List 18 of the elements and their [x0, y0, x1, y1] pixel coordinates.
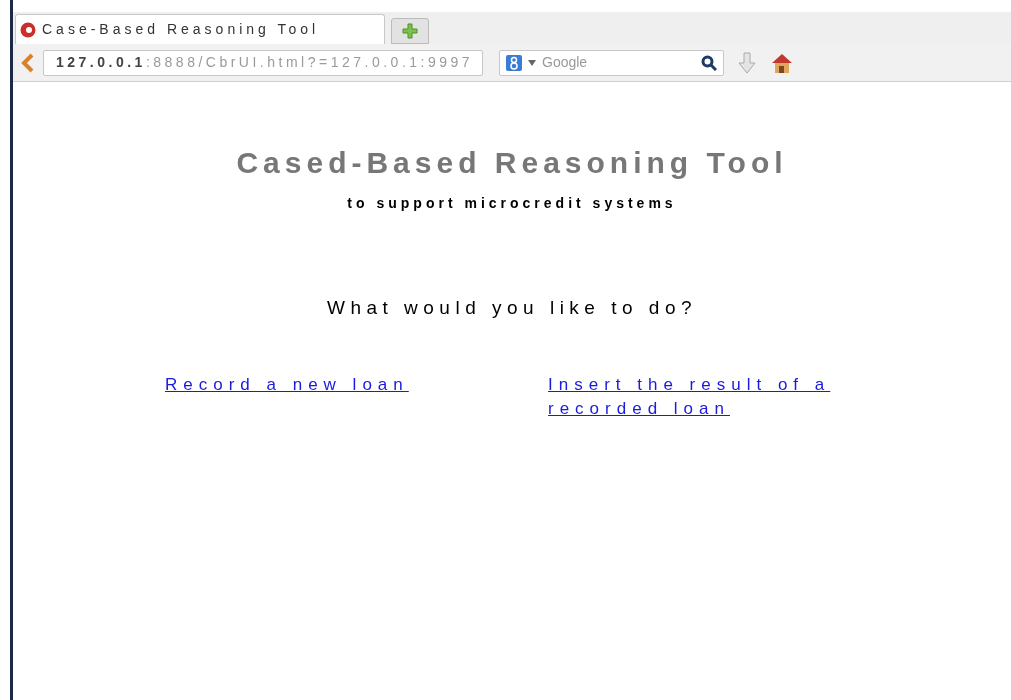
search-icon[interactable]: [701, 54, 717, 71]
home-icon[interactable]: [770, 51, 794, 74]
search-bar[interactable]: Google: [499, 49, 724, 76]
action-link[interactable]: Record a new loan: [165, 372, 465, 421]
browser-tab[interactable]: Case-Based Reasoning Tool: [15, 14, 385, 44]
favicon-icon: [20, 21, 36, 38]
dropdown-icon[interactable]: [528, 59, 536, 66]
back-icon[interactable]: [21, 52, 35, 73]
address-bar[interactable]: 127.0.0.1:8888/CbrUI.html?=127.0.0.1:9997: [43, 49, 483, 76]
page-title: Cased-Based Reasoning Tool: [236, 145, 788, 181]
page-subtitle: to support microcredit systems: [347, 194, 677, 213]
question-text: What would you like to do?: [326, 296, 698, 320]
new-tab-button[interactable]: [391, 18, 429, 44]
plus-icon: [402, 23, 418, 39]
search-field[interactable]: Google: [542, 52, 695, 73]
action-link[interactable]: Insert the result of a recorded loan: [548, 372, 848, 421]
search-engine-icon[interactable]: [506, 54, 522, 71]
url-text: 127.0.0.1:8888/CbrUI.html?=127.0.0.1:9997: [56, 53, 474, 72]
